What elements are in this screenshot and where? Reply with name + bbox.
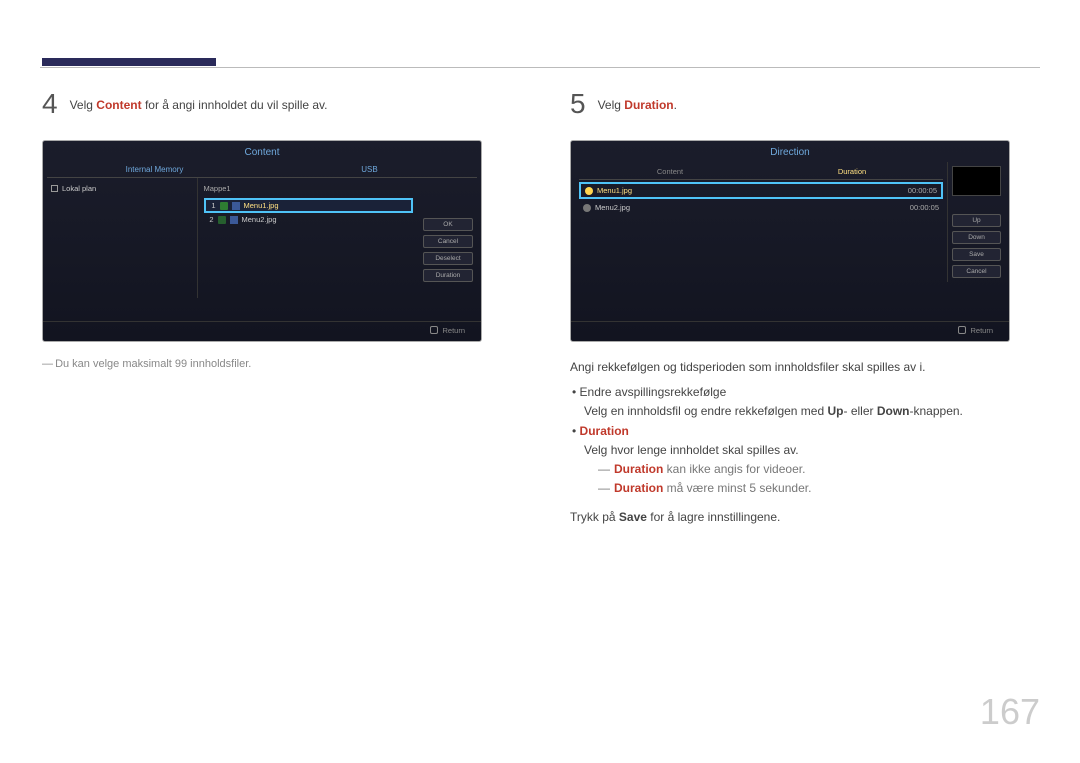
bullet-duration: Duration Velg hvor lenge innholdet skal …	[584, 422, 1038, 499]
return-icon	[958, 326, 966, 334]
image-icon	[230, 216, 238, 224]
direction-screen-title: Direction	[571, 141, 1009, 162]
left-column: 4 Velg Content for å angi innholdet du v…	[42, 90, 510, 528]
ok-button[interactable]: OK	[423, 218, 473, 231]
save-button[interactable]: Save	[952, 248, 1001, 261]
duration-row[interactable]: Menu1.jpg 00:00:05	[579, 182, 943, 199]
content-screen-title: Content	[43, 141, 481, 162]
content-screen: Content Internal Memory USB Lokal plan M…	[42, 140, 482, 342]
step-4-text: Velg Content for å angi innholdet du vil…	[70, 98, 328, 112]
preview-box	[952, 166, 1001, 196]
duration-button[interactable]: Duration	[423, 269, 473, 282]
header-divider	[40, 67, 1040, 68]
header-color-bar	[42, 58, 216, 66]
checked-icon	[218, 216, 226, 224]
final-line: Trykk på Save for å lagre innstillingene…	[570, 508, 1038, 527]
desc-intro: Angi rekkefølgen og tidsperioden som inn…	[570, 358, 1038, 377]
return-icon	[430, 326, 438, 334]
tab-usb[interactable]: USB	[262, 162, 477, 177]
folder-label[interactable]: Mappe1	[204, 182, 414, 197]
duration-row[interactable]: Menu2.jpg 00:00:05	[579, 201, 943, 214]
file-row[interactable]: 1 Menu1.jpg	[204, 198, 414, 213]
page-number: 167	[980, 691, 1040, 733]
tab-internal-memory[interactable]: Internal Memory	[47, 162, 262, 177]
file-row[interactable]: 2 Menu2.jpg	[204, 214, 414, 225]
right-column: 5 Velg Duration. Direction Content Durat…	[570, 90, 1038, 528]
item-icon	[585, 187, 593, 195]
checkbox-icon	[51, 185, 58, 192]
item-icon	[583, 204, 591, 212]
cancel-button[interactable]: Cancel	[423, 235, 473, 248]
step-number-5: 5	[570, 90, 586, 118]
screen-footer: Return	[43, 321, 481, 341]
tab-duration[interactable]: Duration	[761, 164, 943, 179]
deselect-button[interactable]: Deselect	[423, 252, 473, 265]
step-number-4: 4	[42, 90, 58, 118]
bullet-playback-order: Endre avspillingsrekkefølge Velg en innh…	[584, 383, 1038, 421]
up-button[interactable]: Up	[952, 214, 1001, 227]
down-button[interactable]: Down	[952, 231, 1001, 244]
step-5-text: Velg Duration.	[598, 98, 677, 112]
direction-screen: Direction Content Duration Menu1.jpg 00:…	[570, 140, 1010, 342]
checked-icon	[220, 202, 228, 210]
screen-footer: Return	[571, 321, 1009, 341]
lokal-plan-row[interactable]: Lokal plan	[51, 182, 193, 195]
image-icon	[232, 202, 240, 210]
note-max-files: ― Du kan velge maksimalt 99 innholdsfile…	[42, 358, 510, 370]
tab-content[interactable]: Content	[579, 164, 761, 179]
cancel-button[interactable]: Cancel	[952, 265, 1001, 278]
